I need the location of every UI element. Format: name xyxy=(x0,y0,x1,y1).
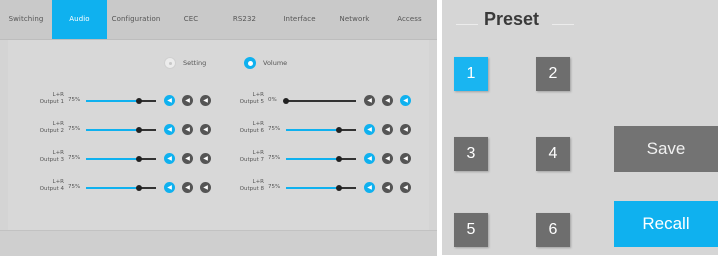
speaker-button-2[interactable]: ◀ xyxy=(182,95,193,106)
volume-label: Volume xyxy=(263,59,288,67)
preset-button-3[interactable]: 3 xyxy=(454,137,488,171)
output-label: L+R Output 4 xyxy=(39,179,64,192)
output-label: L+R Output 5 xyxy=(239,92,264,105)
output-label: L+R Output 8 xyxy=(239,179,264,192)
preset-title: Preset xyxy=(484,9,540,29)
output-row-6: L+R Output 6 75% ◀ ◀ ◀ xyxy=(208,120,414,140)
setting-radio[interactable]: Setting xyxy=(164,56,206,70)
output-row-1: L+R Output 1 75% ◀ ◀ ◀ xyxy=(8,91,214,111)
output-label: L+R Output 1 xyxy=(39,92,64,105)
output-label: L+R Output 7 xyxy=(239,150,264,163)
tab-access[interactable]: Access xyxy=(382,0,437,39)
volume-radio[interactable]: Volume xyxy=(244,56,287,70)
volume-value: 0% xyxy=(268,97,277,103)
radio-unselected-icon xyxy=(164,57,176,69)
tab-switching[interactable]: Switching xyxy=(0,0,52,39)
volume-slider[interactable] xyxy=(86,158,156,160)
volume-slider[interactable] xyxy=(86,100,156,102)
volume-value: 75% xyxy=(68,97,81,103)
speaker-button-2[interactable]: ◀ xyxy=(182,153,193,164)
output-row-7: L+R Output 7 75% ◀ ◀ ◀ xyxy=(208,149,414,169)
output-row-5: L+R Output 5 0% ◀ ◀ ◀ xyxy=(208,91,414,111)
title-rule-left xyxy=(456,24,478,25)
output-label: L+R Output 2 xyxy=(39,121,64,134)
footer-bar xyxy=(0,230,437,256)
slider-handle[interactable] xyxy=(135,127,142,133)
volume-slider[interactable] xyxy=(286,187,356,189)
output-row-8: L+R Output 8 75% ◀ ◀ ◀ xyxy=(208,178,414,198)
speaker-button-3[interactable]: ◀ xyxy=(400,95,411,106)
preset-button-2[interactable]: 2 xyxy=(536,57,570,91)
speaker-button-2[interactable]: ◀ xyxy=(382,153,393,164)
slider-handle[interactable] xyxy=(135,185,142,191)
speaker-button-3[interactable]: ◀ xyxy=(400,153,411,164)
volume-value: 75% xyxy=(268,184,281,190)
speaker-button-2[interactable]: ◀ xyxy=(182,182,193,193)
audio-content: Setting Volume L+R Output 1 75% ◀ ◀ ◀ L+R… xyxy=(8,40,429,230)
speaker-button-1[interactable]: ◀ xyxy=(164,95,175,106)
output-row-4: L+R Output 4 75% ◀ ◀ ◀ xyxy=(8,178,214,198)
tab-network[interactable]: Network xyxy=(327,0,382,39)
slider-handle[interactable] xyxy=(283,98,289,104)
tab-rs232[interactable]: RS232 xyxy=(217,0,272,39)
slider-handle[interactable] xyxy=(335,127,342,133)
speaker-button-2[interactable]: ◀ xyxy=(382,95,393,106)
volume-slider[interactable] xyxy=(86,187,156,189)
preset-button-1[interactable]: 1 xyxy=(454,57,488,91)
preset-button-6[interactable]: 6 xyxy=(536,213,570,247)
speaker-button-1[interactable]: ◀ xyxy=(364,124,375,135)
speaker-button-1[interactable]: ◀ xyxy=(364,153,375,164)
output-row-3: L+R Output 3 75% ◀ ◀ ◀ xyxy=(8,149,214,169)
speaker-button-1[interactable]: ◀ xyxy=(164,153,175,164)
tab-interface[interactable]: Interface xyxy=(272,0,327,39)
speaker-button-2[interactable]: ◀ xyxy=(382,182,393,193)
volume-slider[interactable] xyxy=(286,129,356,131)
tab-cec[interactable]: CEC xyxy=(165,0,217,39)
volume-value: 75% xyxy=(68,126,81,132)
volume-value: 75% xyxy=(268,126,281,132)
speaker-button-3[interactable]: ◀ xyxy=(400,182,411,193)
speaker-button-1[interactable]: ◀ xyxy=(164,182,175,193)
output-row-2: L+R Output 2 75% ◀ ◀ ◀ xyxy=(8,120,214,140)
preset-panel: Preset 1 2 3 4 5 6 Save Recall xyxy=(442,0,718,255)
speaker-button-3[interactable]: ◀ xyxy=(400,124,411,135)
volume-value: 75% xyxy=(68,155,81,161)
tab-audio[interactable]: Audio xyxy=(52,0,107,39)
speaker-button-2[interactable]: ◀ xyxy=(382,124,393,135)
recall-button[interactable]: Recall xyxy=(614,201,718,247)
volume-slider[interactable] xyxy=(286,158,356,160)
volume-value: 75% xyxy=(268,155,281,161)
slider-handle[interactable] xyxy=(135,98,142,104)
speaker-button-1[interactable]: ◀ xyxy=(164,124,175,135)
speaker-button-1[interactable]: ◀ xyxy=(364,95,375,106)
output-label: L+R Output 6 xyxy=(239,121,264,134)
audio-panel: Switching Audio Configuration CEC RS232 … xyxy=(0,0,437,256)
slider-handle[interactable] xyxy=(335,185,342,191)
slider-handle[interactable] xyxy=(135,156,142,162)
setting-label: Setting xyxy=(183,59,207,67)
volume-value: 75% xyxy=(68,184,81,190)
speaker-button-2[interactable]: ◀ xyxy=(182,124,193,135)
tab-configuration[interactable]: Configuration xyxy=(107,0,165,39)
slider-handle[interactable] xyxy=(335,156,342,162)
tab-bar: Switching Audio Configuration CEC RS232 … xyxy=(0,0,437,39)
volume-slider[interactable] xyxy=(286,100,356,102)
volume-slider[interactable] xyxy=(86,129,156,131)
radio-selected-icon xyxy=(244,57,256,69)
preset-button-4[interactable]: 4 xyxy=(536,137,570,171)
title-rule-right xyxy=(552,24,574,25)
save-button[interactable]: Save xyxy=(614,126,718,172)
speaker-button-1[interactable]: ◀ xyxy=(364,182,375,193)
preset-button-5[interactable]: 5 xyxy=(454,213,488,247)
output-label: L+R Output 3 xyxy=(39,150,64,163)
